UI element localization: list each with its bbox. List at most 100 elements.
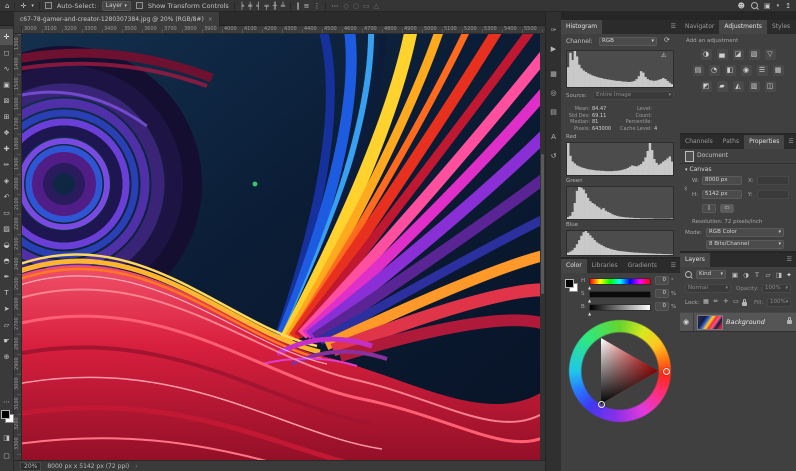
tab-libraries[interactable]: Libraries xyxy=(587,259,623,273)
character-icon[interactable]: A xyxy=(546,133,561,141)
exposure-icon[interactable]: ▧ xyxy=(749,49,760,60)
vibrance-icon[interactable]: ▽ xyxy=(765,49,776,60)
tab-paths[interactable]: Paths xyxy=(718,135,744,149)
tab-color[interactable]: Color xyxy=(561,259,587,273)
invert-icon[interactable]: ◩ xyxy=(701,81,712,92)
quick-mask-icon[interactable]: ◨ xyxy=(0,430,13,446)
channel-dropdown[interactable]: RGB ▾ xyxy=(599,37,657,46)
brush-tool-icon[interactable]: ✏ xyxy=(0,157,13,173)
marquee-tool-icon[interactable]: ◻ xyxy=(0,45,13,61)
portrait-orientation-button[interactable]: ▯ xyxy=(702,204,716,213)
lock-artboard-icon[interactable]: ▭ xyxy=(731,297,741,307)
h-value-field[interactable]: 0 xyxy=(655,276,669,285)
document-tab[interactable]: c67-78-gamer-and-creator-1280307384.jpg … xyxy=(14,12,220,26)
search-icon[interactable] xyxy=(751,2,758,9)
auto-select-target-dropdown[interactable]: Layer ▾ xyxy=(102,1,131,11)
gradient-map-icon[interactable]: ▥ xyxy=(749,81,760,92)
tab-histogram[interactable]: Histogram xyxy=(561,20,602,34)
refresh-icon[interactable]: ⟳ xyxy=(664,37,670,44)
foreground-color-swatch[interactable] xyxy=(565,279,574,288)
tab-navigator[interactable]: Navigator xyxy=(680,20,719,34)
scrollbar-thumb[interactable] xyxy=(541,154,544,294)
tab-adjustments[interactable]: Adjustments xyxy=(719,20,767,34)
panel-menu-icon[interactable]: ☰ xyxy=(667,259,680,273)
lasso-tool-icon[interactable]: ∿ xyxy=(0,61,13,77)
width-field[interactable]: 8000 px xyxy=(702,176,742,185)
tab-styles[interactable]: Styles xyxy=(767,20,795,34)
history-brush-tool-icon[interactable]: ↶ xyxy=(0,189,13,205)
clone-source-icon[interactable]: ◎ xyxy=(546,89,561,97)
ruler-corner[interactable] xyxy=(14,26,22,34)
hsb-triangle[interactable] xyxy=(568,319,672,423)
options-disabled-1-icon[interactable]: ◇ xyxy=(343,2,348,10)
slider-marker-icon[interactable]: ▲ xyxy=(588,312,591,316)
eyedropper-tool-icon[interactable]: ❖ xyxy=(0,125,13,141)
account-icon[interactable]: ☻ xyxy=(738,2,745,10)
color-wheel[interactable] xyxy=(568,319,672,423)
slider-marker-icon[interactable]: ▲ xyxy=(588,299,591,303)
layer-row-background[interactable]: ◉ Background xyxy=(680,312,796,332)
share-icon[interactable]: ↥ xyxy=(785,2,791,10)
tab-channels[interactable]: Channels xyxy=(680,135,718,149)
type-tool-icon[interactable]: T xyxy=(0,285,13,301)
zoom-level-field[interactable]: 20% xyxy=(20,462,41,471)
filter-type-layers-icon[interactable]: T xyxy=(752,270,762,280)
opacity-field[interactable]: 100%▾ xyxy=(762,284,791,293)
panel-menu-icon[interactable]: ☰ xyxy=(783,253,796,267)
bit-depth-dropdown[interactable]: 8 Bits/Channel▾ xyxy=(706,240,784,249)
align-center-vertical-icon[interactable]: ╫ xyxy=(273,2,277,10)
layer-search-icon[interactable] xyxy=(685,271,692,278)
landscape-orientation-button[interactable]: ▭ xyxy=(720,204,734,213)
options-disabled-2-icon[interactable]: ○ xyxy=(353,2,359,10)
show-transform-checkbox[interactable] xyxy=(136,2,143,9)
tab-gradients[interactable]: Gradients xyxy=(623,259,662,273)
home-icon[interactable]: ⌂ xyxy=(5,2,9,10)
workspace-icon[interactable]: ▣ xyxy=(764,2,771,10)
options-disabled-4-icon[interactable]: △ xyxy=(374,2,379,10)
distribute-horizontal-icon[interactable]: ‖ xyxy=(296,2,300,10)
brightness-contrast-icon[interactable]: ◑ xyxy=(701,49,712,60)
edit-toolbar-icon[interactable]: ⋯ xyxy=(0,394,13,410)
curves-icon[interactable]: ◪ xyxy=(733,49,744,60)
screen-mode-icon[interactable]: ▢ xyxy=(0,448,13,464)
color-mode-dropdown[interactable]: RGB Color▾ xyxy=(706,228,784,237)
gradient-tool-icon[interactable]: ▨ xyxy=(0,221,13,237)
chain-link-icon[interactable]: ∞ xyxy=(682,186,689,191)
s-value-field[interactable]: 0 xyxy=(655,289,669,298)
move-tool-preset-icon[interactable]: ✛ xyxy=(20,2,26,10)
s-slider[interactable]: ▲ xyxy=(589,291,651,298)
lock-all-icon[interactable] xyxy=(742,302,747,306)
blur-tool-icon[interactable]: ◒ xyxy=(0,237,13,253)
align-center-horizontal-icon[interactable]: ╪ xyxy=(248,2,252,10)
selective-color-icon[interactable]: ◫ xyxy=(765,81,776,92)
pen-tool-icon[interactable]: ✒ xyxy=(0,269,13,285)
distribute-spacing-icon[interactable]: ⋮ xyxy=(313,2,320,10)
blend-mode-dropdown[interactable]: Normal▾ xyxy=(685,284,731,293)
source-dropdown[interactable]: Entire Image ▾ xyxy=(593,91,674,100)
clone-stamp-tool-icon[interactable]: ◈ xyxy=(0,173,13,189)
slider-marker-icon[interactable]: ▲ xyxy=(588,286,591,290)
tab-layers[interactable]: Layers xyxy=(680,253,710,267)
canvas-section-header[interactable]: ▾ Canvas xyxy=(685,166,711,174)
h-slider[interactable]: ▲ xyxy=(589,278,651,285)
healing-brush-tool-icon[interactable]: ✚ xyxy=(0,141,13,157)
dodge-tool-icon[interactable]: ◓ xyxy=(0,253,13,269)
lock-pixels-icon[interactable]: ✏ xyxy=(711,297,721,307)
color-lookup-icon[interactable]: ▦ xyxy=(773,65,784,76)
zoom-tool-icon[interactable]: ⊕ xyxy=(0,349,13,365)
hand-tool-icon[interactable]: ☛ xyxy=(0,333,13,349)
patterns-icon[interactable]: ▦ xyxy=(546,70,561,78)
layer-filter-dropdown[interactable]: Kind▾ xyxy=(696,270,726,279)
horizontal-ruler[interactable]: 3000310032003300340035003600370038003900… xyxy=(22,26,545,34)
color-balance-icon[interactable]: ◔ xyxy=(709,65,720,76)
status-chevron-icon[interactable]: › xyxy=(135,463,137,470)
lock-transparency-icon[interactable]: ▦ xyxy=(701,297,711,307)
path-selection-tool-icon[interactable]: ➤ xyxy=(0,301,13,317)
brush-settings-icon[interactable]: ✑ xyxy=(546,26,561,34)
photo-filter-icon[interactable]: ◉ xyxy=(741,65,752,76)
x-field[interactable] xyxy=(757,176,789,185)
threshold-icon[interactable]: ◭ xyxy=(733,81,744,92)
tool-preset-chevron-icon[interactable]: ▾ xyxy=(31,3,34,9)
options-disabled-3-icon[interactable]: ▭ xyxy=(363,2,370,10)
filter-adjustment-layers-icon[interactable]: ◑ xyxy=(741,270,751,280)
